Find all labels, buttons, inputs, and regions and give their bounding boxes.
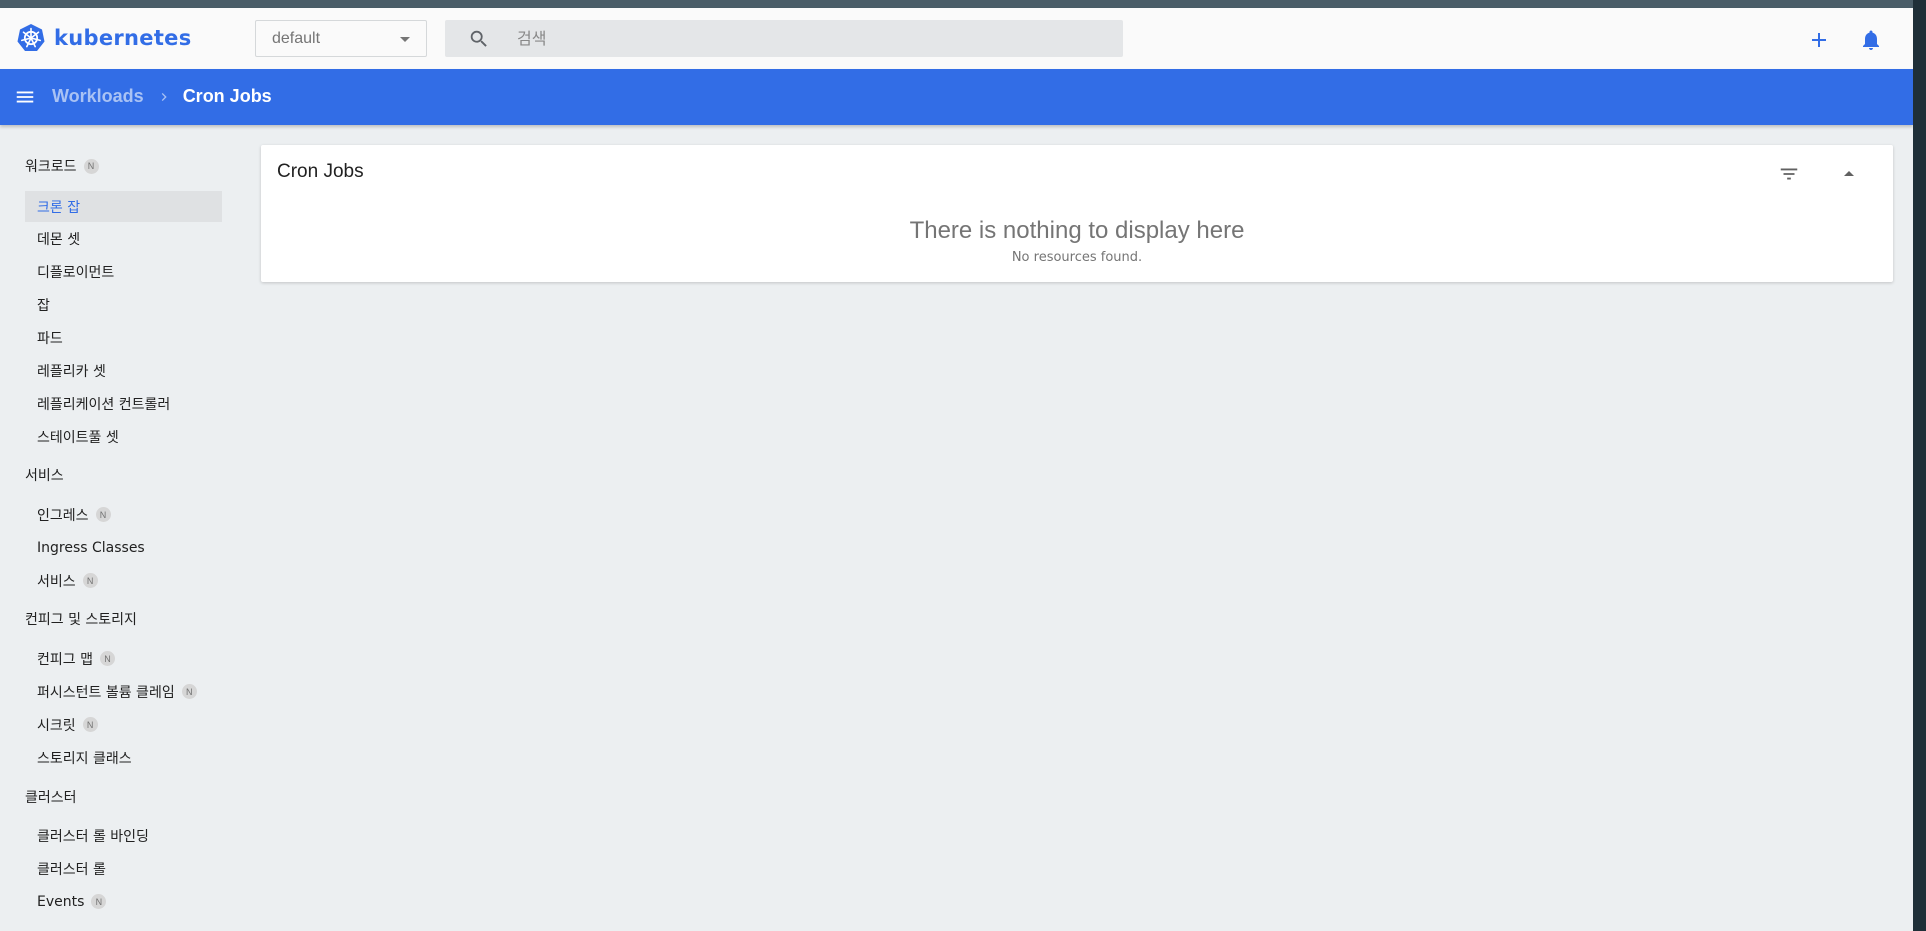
sidebar-item-label: 레플리카 셋 xyxy=(37,363,106,380)
top-toolbar: kubernetes default xyxy=(0,8,1913,69)
sidebar-item-label: 데몬 셋 xyxy=(37,231,81,248)
empty-state-subtitle: No resources found. xyxy=(1011,250,1143,265)
sidebar-item-events[interactable]: Events N xyxy=(25,886,222,917)
sidebar-section-label: 클러스터 xyxy=(25,790,77,806)
sidebar-item-label: 컨피그 맵 xyxy=(37,651,93,668)
breadcrumb-workloads[interactable]: Workloads xyxy=(52,86,144,107)
sidebar-item-replicationcontrollers[interactable]: 레플리케이션 컨트롤러 xyxy=(25,388,222,419)
sidebar-item-label: 서비스 xyxy=(37,573,76,590)
sidebar-item-cronjobs[interactable]: 크론 잡 xyxy=(25,191,222,222)
filter-icon xyxy=(1780,168,1798,180)
sidebar-item-configmaps[interactable]: 컨피그 맵 N xyxy=(25,643,222,674)
sidebar-item-ingressclasses[interactable]: Ingress Classes xyxy=(25,532,222,563)
sidebar-section-config-storage[interactable]: 컨피그 및 스토리지 xyxy=(25,609,137,629)
sidebar-section-label: 서비스 xyxy=(25,468,64,484)
search-input[interactable] xyxy=(517,20,1097,57)
collapse-button[interactable] xyxy=(1833,158,1865,190)
create-button[interactable] xyxy=(1805,26,1833,54)
filter-button[interactable] xyxy=(1773,158,1805,190)
breadcrumb: Workloads Cron Jobs xyxy=(52,86,272,107)
sidebar-item-label: 스테이트풀 셋 xyxy=(37,429,119,446)
top-strip xyxy=(0,0,1913,8)
sidebar-section-workloads[interactable]: 워크로드 N xyxy=(25,156,99,176)
bell-icon xyxy=(1863,30,1879,50)
breadcrumb-bar: Workloads Cron Jobs xyxy=(0,69,1913,125)
sidebar-item-persistentvolumeclaims[interactable]: 퍼시스턴트 볼륨 클레임 N xyxy=(25,676,222,707)
search-bar[interactable] xyxy=(445,20,1123,57)
sidebar-section-cluster[interactable]: 클러스터 xyxy=(25,787,77,807)
sidebar-item-services[interactable]: 서비스 N xyxy=(25,565,222,596)
namespaced-badge: N xyxy=(95,507,111,522)
namespaced-badge: N xyxy=(181,684,197,699)
arrow-drop-up-icon xyxy=(1844,171,1854,176)
sidebar-section-label: 컨피그 및 스토리지 xyxy=(25,612,137,628)
sidebar-item-label: 인그레스 xyxy=(37,507,89,524)
sidebar-item-clusterroles[interactable]: 클러스터 롤 xyxy=(25,853,222,884)
sidebar-item-label: 클러스터 롤 바인딩 xyxy=(37,828,149,845)
chevron-right-icon xyxy=(156,89,172,105)
kubernetes-logo-icon xyxy=(17,24,45,51)
namespaced-badge: N xyxy=(99,651,115,666)
dropdown-arrow-icon xyxy=(400,37,410,42)
app-window: kubernetes default Workloads Cr xyxy=(0,0,1913,931)
cronjobs-card: Cron Jobs There is nothing to display he… xyxy=(261,145,1893,282)
sidebar-item-clusterrolebindings[interactable]: 클러스터 롤 바인딩 xyxy=(25,820,222,851)
namespace-value: default xyxy=(272,30,321,47)
sidebar-section-label: 워크로드 xyxy=(25,159,77,175)
sidebar-item-label: 잡 xyxy=(37,297,50,314)
card-title: Cron Jobs xyxy=(277,161,364,182)
sidebar-item-label: 스토리지 클래스 xyxy=(37,750,132,767)
sidebar: 워크로드 N 크론 잡 데몬 셋 디플로이먼트 잡 파드 레플리카 셋 레플리케… xyxy=(0,125,240,931)
plus-icon xyxy=(1812,33,1826,47)
breadcrumb-current: Cron Jobs xyxy=(182,86,272,106)
sidebar-item-label: Ingress Classes xyxy=(37,539,145,556)
kubernetes-logo[interactable]: kubernetes xyxy=(16,23,192,53)
menu-icon[interactable] xyxy=(14,86,36,112)
sidebar-item-pods[interactable]: 파드 xyxy=(25,322,222,353)
sidebar-item-statefulsets[interactable]: 스테이트풀 셋 xyxy=(25,421,222,452)
search-icon xyxy=(468,28,490,54)
notifications-button[interactable] xyxy=(1857,26,1885,54)
sidebar-item-label: 시크릿 xyxy=(37,717,76,734)
sidebar-item-label: 디플로이먼트 xyxy=(37,264,115,281)
sidebar-section-service[interactable]: 서비스 xyxy=(25,465,64,485)
namespaced-badge: N xyxy=(82,573,98,588)
namespaced-badge: N xyxy=(82,717,98,732)
sidebar-item-label: Events xyxy=(37,893,85,910)
sidebar-item-storageclasses[interactable]: 스토리지 클래스 xyxy=(25,742,222,773)
sidebar-item-replicasets[interactable]: 레플리카 셋 xyxy=(25,355,222,386)
sidebar-item-label: 퍼시스턴트 볼륨 클레임 xyxy=(37,684,175,701)
namespaced-badge: N xyxy=(83,158,99,174)
sidebar-item-label: 파드 xyxy=(37,330,63,347)
sidebar-item-label: 클러스터 롤 xyxy=(37,861,106,878)
brand-name: kubernetes xyxy=(54,26,192,50)
sidebar-item-deployments[interactable]: 디플로이먼트 xyxy=(25,256,222,287)
sidebar-item-label: 레플리케이션 컨트롤러 xyxy=(37,396,171,413)
sidebar-item-daemonsets[interactable]: 데몬 셋 xyxy=(25,223,222,254)
sidebar-item-ingresses[interactable]: 인그레스 N xyxy=(25,499,222,530)
empty-state-title: There is nothing to display here xyxy=(909,217,1245,244)
namespace-select[interactable]: default xyxy=(255,20,427,57)
namespaced-badge: N xyxy=(91,894,107,909)
sidebar-item-label: 크론 잡 xyxy=(37,199,81,216)
sidebar-item-jobs[interactable]: 잡 xyxy=(25,289,222,320)
sidebar-item-secrets[interactable]: 시크릿 N xyxy=(25,709,222,740)
